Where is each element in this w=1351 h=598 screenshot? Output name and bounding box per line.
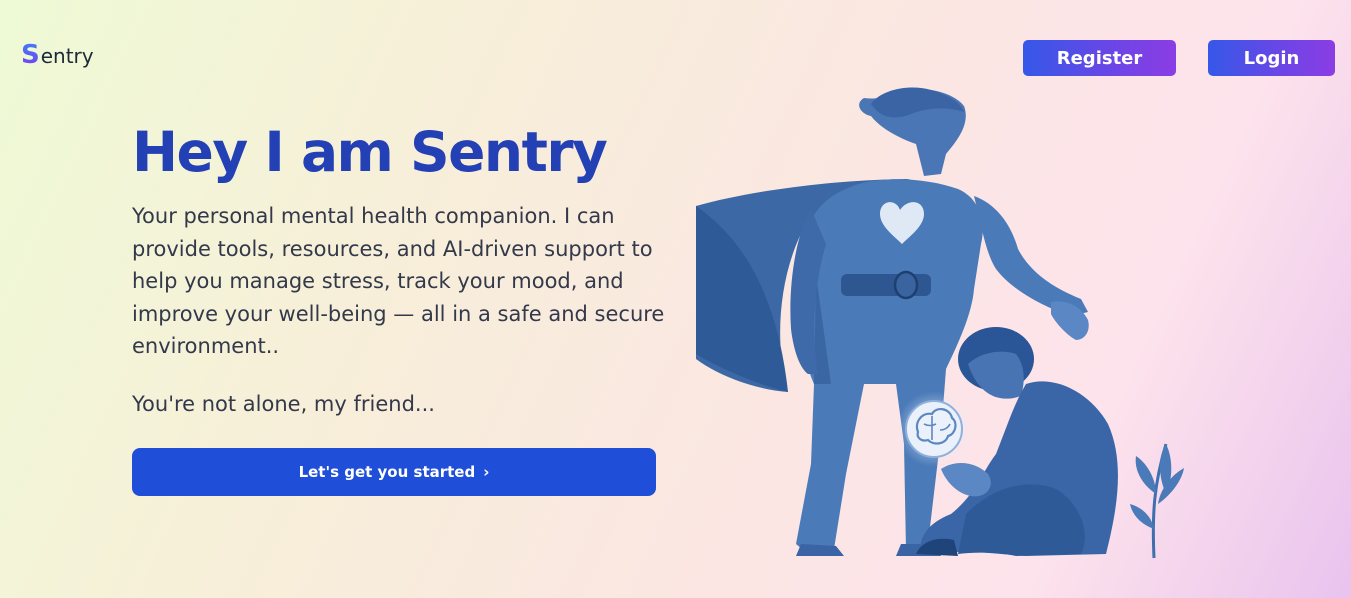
plant-icon — [1130, 443, 1184, 559]
logo-initial: S — [21, 40, 40, 70]
hero-title: Hey I am Sentry — [132, 120, 608, 184]
register-button[interactable]: Register — [1023, 40, 1176, 76]
hero-description: Your personal mental health companion. I… — [132, 204, 665, 358]
get-started-button[interactable]: Let's get you started › — [132, 448, 656, 496]
get-started-label: Let's get you started — [298, 463, 476, 481]
logo-text: entry — [40, 44, 94, 68]
superhero-comforting-person-illustration — [696, 87, 1184, 559]
sentry-logo[interactable]: S entry — [21, 40, 94, 70]
login-button[interactable]: Login — [1208, 40, 1335, 76]
chevron-right-icon: › — [483, 463, 490, 481]
hero-subtitle: You're not alone, my friend... — [132, 392, 435, 416]
brain-icon — [896, 391, 972, 467]
